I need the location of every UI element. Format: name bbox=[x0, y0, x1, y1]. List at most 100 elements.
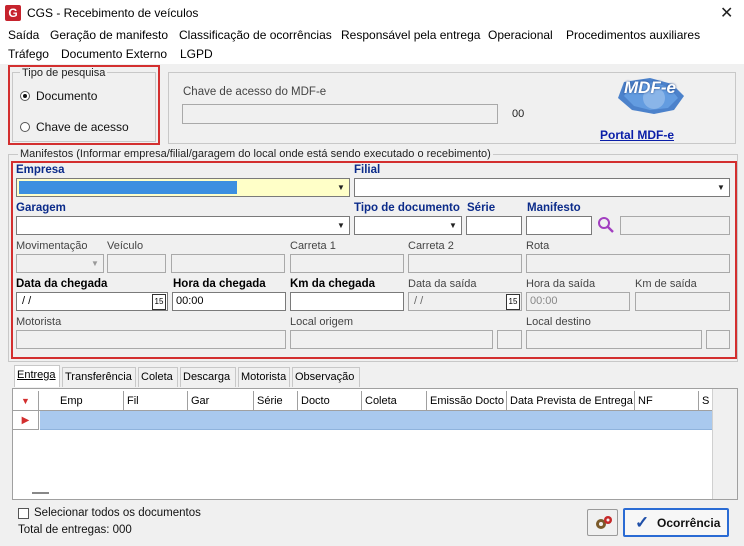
grid-hscroll-thumb[interactable] bbox=[32, 492, 49, 494]
menu-procedimentos-auxiliares[interactable]: Procedimentos auxiliares bbox=[566, 28, 700, 42]
rota-input[interactable] bbox=[526, 254, 730, 273]
filial-label: Filial bbox=[354, 164, 381, 176]
grid-sort-icon[interactable]: ▼ bbox=[13, 391, 39, 411]
km-chegada-input[interactable] bbox=[290, 292, 404, 311]
col-emp[interactable]: Emp bbox=[57, 391, 124, 411]
tab-entrega-label: Entrega bbox=[17, 369, 56, 381]
col-docto[interactable]: Docto bbox=[298, 391, 362, 411]
ocorrencia-button[interactable]: ✓ Ocorrência bbox=[623, 508, 729, 537]
chave-label: Chave de acesso do MDF-e bbox=[183, 86, 327, 98]
data-saida-label: Data da saída bbox=[408, 278, 477, 290]
filial-select[interactable]: ▼ bbox=[354, 178, 730, 197]
menu-geracao-manifesto[interactable]: Geração de manifesto bbox=[50, 28, 168, 42]
chevron-down-icon: ▼ bbox=[717, 183, 725, 192]
select-all-checkbox[interactable] bbox=[18, 508, 29, 519]
data-chegada-label: Data da chegada bbox=[16, 278, 108, 290]
total-entregas: Total de entregas: 000 bbox=[18, 524, 132, 536]
select-all-label: Selecionar todos os documentos bbox=[34, 507, 201, 519]
empresa-select[interactable]: ▼ bbox=[16, 178, 350, 197]
serie-input[interactable] bbox=[466, 216, 522, 235]
veiculo-label: Veículo bbox=[107, 240, 144, 252]
movimentacao-select[interactable]: ▼ bbox=[16, 254, 104, 273]
local-destino-input[interactable] bbox=[526, 330, 702, 349]
col-s[interactable]: S bbox=[699, 391, 712, 411]
garagem-select[interactable]: ▼ bbox=[16, 216, 350, 235]
hora-saida-input[interactable]: 00:00 bbox=[526, 292, 630, 311]
radio-chave-acesso[interactable] bbox=[20, 122, 30, 132]
col-gar[interactable]: Gar bbox=[188, 391, 254, 411]
manifestos-legend: Manifestos (Informar empresa/filial/gara… bbox=[18, 148, 493, 160]
menu-saida[interactable]: Saída bbox=[8, 28, 39, 42]
km-chegada-label: Km da chegada bbox=[290, 278, 375, 290]
local-origem-uf bbox=[497, 330, 522, 349]
carreta1-label: Carreta 1 bbox=[290, 240, 336, 252]
col-emissao[interactable]: Emissão Docto bbox=[427, 391, 507, 411]
menu-responsavel-entrega[interactable]: Responsável pela entrega bbox=[341, 28, 480, 42]
local-origem-input[interactable] bbox=[290, 330, 493, 349]
tab-descarga[interactable]: Descarga bbox=[180, 367, 236, 387]
carreta2-input[interactable] bbox=[408, 254, 522, 273]
radio-documento[interactable] bbox=[20, 91, 30, 101]
search-icon[interactable] bbox=[597, 216, 615, 234]
tipo-documento-select[interactable]: ▼ bbox=[354, 216, 462, 235]
menu-bar: Saída Geração de manifesto Classificação… bbox=[0, 26, 744, 64]
hora-chegada-input[interactable]: 00:00 bbox=[172, 292, 286, 311]
empresa-label: Empresa bbox=[16, 164, 65, 176]
manifesto-input[interactable] bbox=[526, 216, 592, 235]
grid-scrollbar[interactable] bbox=[712, 389, 737, 499]
table-row[interactable] bbox=[40, 411, 712, 430]
carreta2-label: Carreta 2 bbox=[408, 240, 454, 252]
col-serie[interactable]: Série bbox=[254, 391, 298, 411]
tools-button[interactable] bbox=[587, 509, 618, 536]
menu-lgpd[interactable]: LGPD bbox=[180, 47, 213, 61]
data-saida-input[interactable]: / / 15 bbox=[408, 292, 522, 311]
veiculo-input[interactable] bbox=[107, 254, 166, 273]
data-chegada-input[interactable]: / / 15 bbox=[16, 292, 168, 311]
garagem-label: Garagem bbox=[16, 202, 66, 214]
tipo-documento-label: Tipo de documento bbox=[354, 202, 460, 214]
col-fil[interactable]: Fil bbox=[124, 391, 188, 411]
col-data-prevista[interactable]: Data Prevista de Entrega bbox=[507, 391, 635, 411]
menu-operacional[interactable]: Operacional bbox=[488, 28, 553, 42]
menu-classificacao-ocorrencias[interactable]: Classificação de ocorrências bbox=[179, 28, 332, 42]
tab-motorista-label: Motorista bbox=[241, 371, 287, 383]
menu-trafego[interactable]: Tráfego bbox=[8, 47, 49, 61]
chave-count: 00 bbox=[512, 108, 525, 120]
tipo-pesquisa-legend: Tipo de pesquisa bbox=[20, 67, 108, 79]
close-icon[interactable]: ✕ bbox=[720, 3, 733, 23]
hora-chegada-label: Hora da chegada bbox=[173, 278, 266, 290]
km-saida-label: Km de saída bbox=[635, 278, 697, 290]
tab-observacao[interactable]: Observação bbox=[292, 367, 360, 387]
empresa-selection bbox=[19, 181, 237, 194]
tab-transferencia[interactable]: Transferência bbox=[62, 367, 136, 387]
motorista-input[interactable] bbox=[16, 330, 286, 349]
hora-saida-label: Hora da saída bbox=[526, 278, 596, 290]
row-indicator-icon: ▶ bbox=[13, 411, 39, 430]
radio-documento-label: Documento bbox=[36, 89, 98, 103]
calendar-icon[interactable]: 15 bbox=[506, 294, 520, 310]
window-title: CGS - Recebimento de veículos bbox=[27, 6, 199, 20]
portal-mdfe-link[interactable]: Portal MDF-e bbox=[600, 128, 674, 142]
menu-documento-externo[interactable]: Documento Externo bbox=[61, 47, 167, 61]
tab-coleta-label: Coleta bbox=[141, 371, 173, 383]
mdfe-logo-text: MDF-e bbox=[624, 78, 676, 97]
chave-input[interactable] bbox=[182, 104, 498, 124]
tab-coleta[interactable]: Coleta bbox=[138, 367, 178, 387]
ocorrencia-label: Ocorrência bbox=[657, 516, 721, 530]
motorista-label: Motorista bbox=[16, 316, 62, 328]
movimentacao-label: Movimentação bbox=[16, 240, 88, 252]
km-saida-input[interactable] bbox=[635, 292, 730, 311]
app-icon: G bbox=[5, 5, 21, 21]
col-coleta[interactable]: Coleta bbox=[362, 391, 427, 411]
hora-saida-value: 00:00 bbox=[530, 295, 558, 307]
tab-entrega[interactable]: Entrega bbox=[14, 365, 60, 387]
chevron-down-icon: ▼ bbox=[337, 183, 345, 192]
data-chegada-value: / / bbox=[22, 295, 32, 307]
tab-motorista[interactable]: Motorista bbox=[238, 367, 290, 387]
calendar-icon[interactable]: 15 bbox=[152, 294, 166, 310]
grid-header: ▼ Emp Fil Gar Série Docto Coleta Emissão… bbox=[13, 391, 712, 411]
carreta1-input[interactable] bbox=[290, 254, 404, 273]
col-nf[interactable]: NF bbox=[635, 391, 699, 411]
mdfe-logo: MDF-e bbox=[610, 76, 690, 116]
data-saida-value: / / bbox=[414, 295, 424, 307]
